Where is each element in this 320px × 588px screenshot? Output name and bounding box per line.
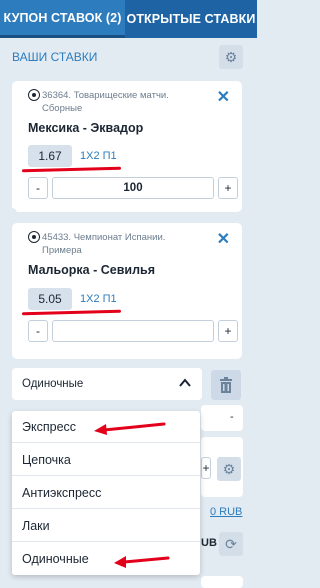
close-icon[interactable]: ✕ (217, 229, 230, 249)
odds-badge: 1.67 (28, 145, 72, 167)
bet-type-option-chain[interactable]: Цепочка (12, 444, 200, 476)
soccer-ball-icon (28, 89, 40, 101)
background-settings-button[interactable]: ⚙ (217, 457, 241, 481)
stake-input[interactable] (52, 320, 214, 342)
bet-card: 36364. Товарищеские матчи. Сборные ✕ Мек… (12, 81, 242, 212)
chevron-up-icon (179, 378, 191, 387)
decrease-stake-button[interactable]: - (28, 320, 48, 342)
event-meta: 36364. Товарищеские матчи. Сборные (28, 89, 206, 115)
trash-icon (220, 377, 232, 393)
soccer-ball-icon (28, 231, 40, 243)
decrease-stake-button[interactable]: - (28, 177, 48, 199)
stake-stepper: - 100 + (28, 177, 238, 199)
background-amount: 0 RUB (210, 506, 243, 518)
stake-input[interactable]: 100 (52, 177, 214, 199)
refresh-icon: ⟳ (225, 535, 237, 552)
bet-type-option-antiexpress[interactable]: Антиэкспресс (12, 477, 200, 509)
red-arrow-annotation (94, 422, 166, 435)
market-label: 1X2 П1 (80, 150, 117, 162)
bet-type-value: Одиночные (22, 378, 84, 390)
tab-open-bets[interactable]: Открытые ставки (125, 0, 257, 38)
increase-stake-button[interactable]: + (218, 177, 238, 199)
card-notch-right (240, 208, 250, 218)
clear-coupon-button[interactable] (211, 370, 241, 400)
tab-bet-slip[interactable]: Купон ставок (2) (0, 0, 125, 38)
refresh-button[interactable]: ⟳ (219, 532, 243, 556)
close-icon[interactable]: ✕ (217, 87, 230, 107)
match-title: Мальорка - Севилья (28, 263, 155, 277)
bet-type-option-lucky[interactable]: Лаки (12, 510, 200, 542)
background-panel (201, 576, 243, 588)
background-currency: UB (201, 537, 217, 549)
background-panel: - (201, 405, 243, 431)
gear-icon: ⚙ (224, 48, 238, 65)
section-title: Ваши ставки (12, 50, 98, 64)
settings-button[interactable]: ⚙ (219, 45, 243, 69)
card-notch-left (7, 208, 17, 218)
background-plus-button[interactable]: + (201, 457, 211, 479)
bets-header: Ваши ставки ⚙ (0, 38, 257, 74)
background-panel: + ⚙ (201, 437, 243, 497)
gear-icon: ⚙ (222, 460, 236, 477)
bet-card: 45433. Чемпионат Испании. Примера ✕ Маль… (12, 223, 242, 359)
stake-stepper: - + (28, 320, 238, 342)
background-dash: - (230, 411, 234, 423)
red-arrow-annotation (114, 556, 170, 568)
increase-stake-button[interactable]: + (218, 320, 238, 342)
event-meta: 45433. Чемпионат Испании. Примера (28, 231, 206, 257)
odds-badge: 5.05 (28, 288, 72, 310)
match-title: Мексика - Эквадор (28, 121, 144, 135)
bet-type-select[interactable]: Одиночные (12, 368, 202, 400)
coupon-tabs: Купон ставок (2) Открытые ставки (0, 0, 257, 38)
market-label: 1X2 П1 (80, 293, 117, 305)
